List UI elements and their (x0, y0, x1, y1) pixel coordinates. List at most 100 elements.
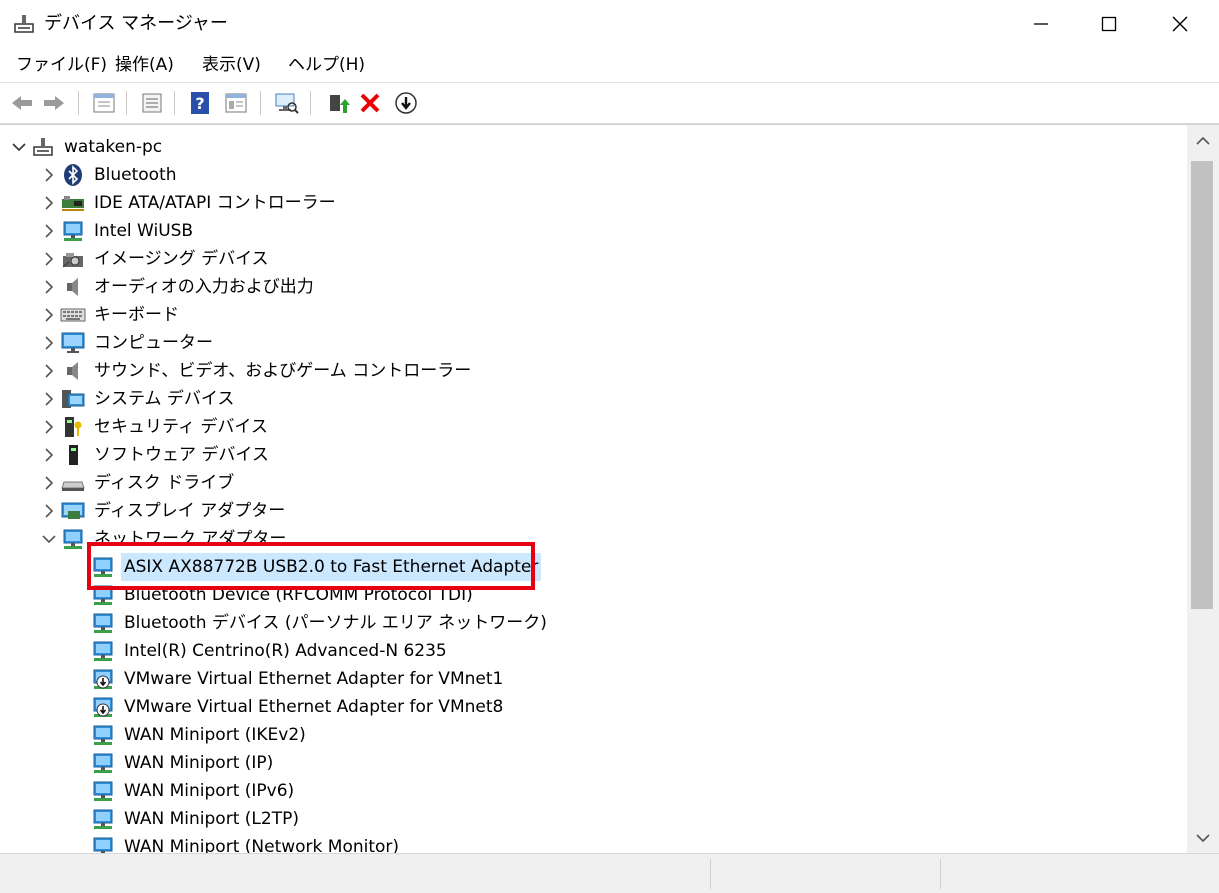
tree-category[interactable]: システム デバイス (38, 385, 237, 413)
toolbar-separator (126, 91, 127, 115)
expand-toggle[interactable] (38, 385, 60, 413)
chevron-right-icon (45, 364, 54, 378)
chevron-right-icon (45, 476, 54, 490)
software-device-icon (60, 441, 86, 469)
device-manager-icon (12, 12, 36, 36)
category-label: Intel WiUSB (94, 221, 194, 241)
uninstall-icon (360, 93, 380, 113)
menu-file[interactable]: ファイル(F) (14, 52, 109, 78)
update-driver-button[interactable] (324, 89, 352, 117)
category-label: コンピューター (94, 333, 213, 353)
network-adapter-item[interactable]: Bluetooth Device (RFCOMM Protocol TDI) (68, 581, 476, 609)
tree-root[interactable]: wataken-pc (8, 133, 165, 161)
expand-toggle[interactable] (38, 245, 60, 273)
network-adapter-item[interactable]: WAN Miniport (IKEv2) (68, 721, 309, 749)
list-icon (142, 93, 162, 113)
network-adapter-item[interactable]: VMware Virtual Ethernet Adapter for VMne… (68, 665, 506, 693)
chevron-right-icon (45, 448, 54, 462)
expand-toggle[interactable] (38, 497, 60, 525)
expand-toggle[interactable] (38, 329, 60, 357)
category-label: サウンド、ビデオ、およびゲーム コントローラー (94, 361, 472, 381)
device-label: WAN Miniport (IKEv2) (124, 725, 306, 745)
chevron-right-icon (45, 336, 54, 350)
network-adapter-item[interactable]: WAN Miniport (L2TP) (68, 805, 302, 833)
tree-category[interactable]: イメージング デバイス (38, 245, 272, 273)
chevron-right-icon (45, 420, 54, 434)
category-label: イメージング デバイス (94, 249, 269, 269)
back-button[interactable] (8, 89, 36, 117)
chevron-down-icon[interactable] (8, 133, 30, 161)
forward-arrow-icon (44, 96, 64, 110)
network-adapter-item[interactable]: Intel(R) Centrino(R) Advanced-N 6235 (68, 637, 450, 665)
tree-category[interactable]: ネットワーク アダプター (38, 525, 289, 553)
tree-category[interactable]: Bluetooth (38, 161, 180, 189)
device-label: WAN Miniport (IP) (124, 753, 274, 773)
expand-toggle[interactable] (38, 189, 60, 217)
category-label: ディスプレイ アダプター (94, 501, 286, 521)
list-button[interactable] (138, 89, 166, 117)
tree-category[interactable]: IDE ATA/ATAPI コントローラー (38, 189, 339, 217)
network-adapter-item[interactable]: WAN Miniport (IP) (68, 749, 276, 777)
speaker-icon (60, 273, 86, 301)
toolbar-separator (310, 91, 311, 115)
title-bar: デバイス マネージャー (0, 0, 1219, 48)
minimize-button[interactable] (1007, 0, 1075, 48)
expand-toggle[interactable] (38, 413, 60, 441)
help-button[interactable]: ? (186, 89, 214, 117)
scroll-down-button[interactable] (1187, 822, 1219, 854)
expand-toggle[interactable] (38, 217, 60, 245)
expand-toggle[interactable] (38, 357, 60, 385)
toolbar: ? (0, 83, 1219, 124)
scroll-up-button[interactable] (1187, 125, 1219, 157)
menu-view[interactable]: 表示(V) (200, 52, 263, 78)
device-label: WAN Miniport (Network Monitor) (124, 837, 400, 854)
close-icon (1172, 16, 1188, 32)
maximize-button[interactable] (1075, 0, 1143, 48)
expand-toggle[interactable] (38, 273, 60, 301)
tree-category[interactable]: コンピューター (38, 329, 216, 357)
network-adapter-item[interactable]: Bluetooth デバイス (パーソナル エリア ネットワーク) (68, 609, 550, 637)
network-adapter-item[interactable]: ASIX AX88772B USB2.0 to Fast Ethernet Ad… (68, 553, 542, 581)
tree-category[interactable]: サウンド、ビデオ、およびゲーム コントローラー (38, 357, 474, 385)
network-icon (90, 805, 116, 833)
close-button[interactable] (1146, 0, 1214, 48)
category-label: IDE ATA/ATAPI コントローラー (94, 193, 336, 213)
chevron-down-icon (42, 535, 56, 544)
details-button[interactable] (222, 89, 250, 117)
network-adapter-item[interactable]: WAN Miniport (Network Monitor) (68, 833, 402, 854)
tree-category[interactable]: セキュリティ デバイス (38, 413, 271, 441)
network-adapter-item[interactable]: WAN Miniport (IPv6) (68, 777, 297, 805)
device-label: WAN Miniport (IPv6) (124, 781, 295, 801)
menu-action[interactable]: 操作(A) (113, 52, 176, 78)
expand-toggle[interactable] (38, 441, 60, 469)
expand-toggle[interactable] (38, 301, 60, 329)
menu-help[interactable]: ヘルプ(H) (286, 52, 367, 78)
vertical-scrollbar[interactable] (1187, 125, 1219, 854)
properties-button[interactable] (90, 89, 118, 117)
tree-category[interactable]: ソフトウェア デバイス (38, 441, 272, 469)
root-label: wataken-pc (64, 137, 163, 157)
expand-toggle[interactable] (38, 469, 60, 497)
tree-category[interactable]: ディスク ドライブ (38, 469, 237, 497)
tree-category[interactable]: Intel WiUSB (38, 217, 196, 245)
network-icon (90, 581, 116, 609)
expand-toggle[interactable] (38, 161, 60, 189)
uninstall-button[interactable] (356, 89, 384, 117)
network-icon (60, 217, 86, 245)
disable-device-button[interactable] (392, 89, 420, 117)
status-pane-divider (940, 859, 941, 889)
network-icon (90, 553, 116, 581)
expand-toggle[interactable] (38, 525, 60, 553)
network-adapter-item[interactable]: VMware Virtual Ethernet Adapter for VMne… (68, 693, 506, 721)
forward-button[interactable] (40, 89, 68, 117)
device-label: Bluetooth Device (RFCOMM Protocol TDI) (124, 585, 473, 605)
status-bar (0, 853, 1219, 893)
device-tree[interactable]: wataken-pc Bluetooth IDE ATA/ATAPI コントローラ… (0, 125, 1187, 854)
tree-category[interactable]: キーボード (38, 301, 182, 329)
tree-category[interactable]: オーディオの入力および出力 (38, 273, 317, 301)
tree-category[interactable]: ディスプレイ アダプター (38, 497, 288, 525)
scan-hardware-button[interactable] (272, 89, 300, 117)
scrollbar-thumb[interactable] (1191, 161, 1213, 609)
display-adapter-icon (60, 497, 86, 525)
computer-icon (60, 329, 86, 357)
